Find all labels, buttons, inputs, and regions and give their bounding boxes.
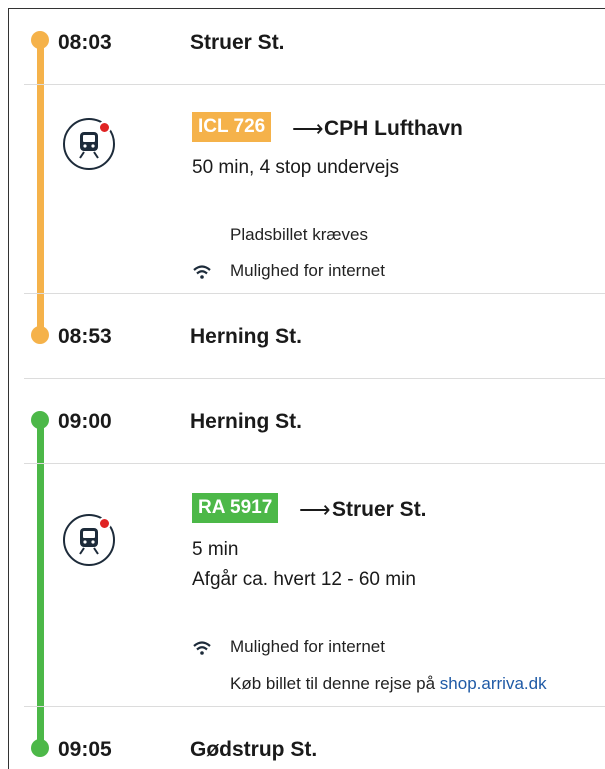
leg2-duration: 5 min xyxy=(192,539,239,560)
leg1-duration: 50 min, 4 stop undervejs xyxy=(192,157,400,178)
leg1-departure-time: 08:03 xyxy=(58,31,112,54)
divider xyxy=(24,293,605,294)
buy-ticket-text: Køb billet til denne rejse på xyxy=(230,674,436,693)
leg2-departure-station[interactable]: Herning St. xyxy=(190,410,302,434)
wifi-icon xyxy=(193,641,211,655)
leg2-frequency: Afgår ca. hvert 12 - 60 min xyxy=(192,569,416,590)
direction-arrow: ⟶ xyxy=(292,116,324,141)
train-icon xyxy=(63,118,115,170)
leg1-arrival-station[interactable]: Herning St. xyxy=(190,325,302,349)
leg2-departure-time: 09:00 xyxy=(58,410,112,433)
leg2-timeline xyxy=(37,419,44,749)
wifi-icon xyxy=(193,265,211,279)
leg1-end-dot xyxy=(31,326,49,344)
divider xyxy=(24,84,605,85)
leg2-end-dot xyxy=(31,739,49,757)
leg2-arrival-station[interactable]: Gødstrup St. xyxy=(190,738,317,762)
train-icon xyxy=(63,514,115,566)
train-destination: CPH Lufthavn xyxy=(324,117,463,140)
train-badge[interactable]: ICL 726 xyxy=(192,112,272,142)
seat-reservation-note: Pladsbillet kræves xyxy=(230,225,368,244)
leg2-start-dot xyxy=(31,411,49,429)
divider xyxy=(24,463,605,464)
leg1-arrival-time: 08:53 xyxy=(58,325,112,348)
leg1-timeline xyxy=(37,38,44,336)
buy-ticket-note: Køb billet til denne rejse på shop.arriv… xyxy=(230,674,547,694)
internet-note: Mulighed for internet xyxy=(230,637,385,656)
train-destination: Struer St. xyxy=(332,498,427,521)
leg2-arrival-time: 09:05 xyxy=(58,738,112,761)
divider xyxy=(24,378,605,379)
leg1-departure-station[interactable]: Struer St. xyxy=(190,31,285,55)
train-badge[interactable]: RA 5917 xyxy=(192,493,279,523)
arriva-shop-link[interactable]: shop.arriva.dk xyxy=(440,674,547,693)
direction-arrow: ⟶ xyxy=(299,497,331,522)
divider xyxy=(24,706,605,707)
internet-note: Mulighed for internet xyxy=(230,261,385,280)
leg1-start-dot xyxy=(31,31,49,49)
